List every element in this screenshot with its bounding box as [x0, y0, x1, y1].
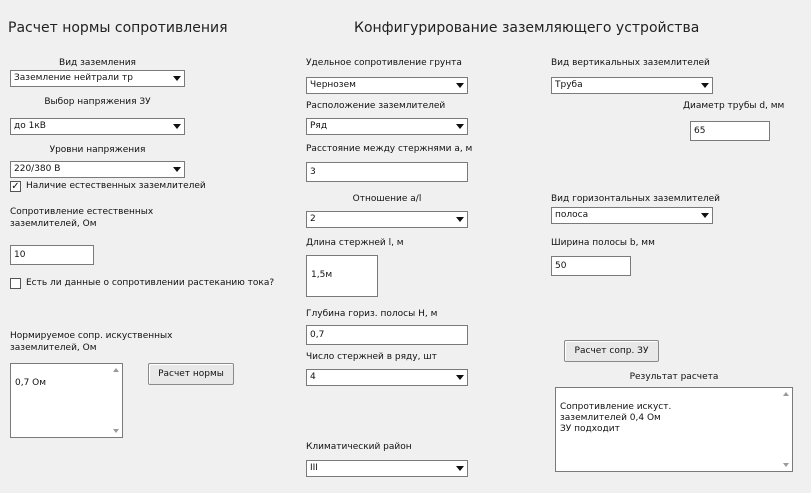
distance-input[interactable]: 3: [306, 162, 468, 182]
normative-scrollbar[interactable]: [110, 364, 122, 437]
arrangement-select[interactable]: Ряд: [306, 118, 468, 135]
chevron-down-icon[interactable]: [170, 163, 183, 176]
vertical-type-label: Вид вертикальных заземлителей: [551, 58, 710, 68]
arrangement-label: Расположение заземлителей: [306, 101, 446, 111]
voltage-level-select[interactable]: 220/380 В: [10, 161, 185, 178]
soil-resistance-select[interactable]: Чернозем: [306, 77, 468, 94]
distance-label: Расстояние между стержнями а, м: [306, 144, 473, 154]
resistance-data-checkbox[interactable]: [10, 278, 21, 289]
horizontal-type-label: Вид горизонтальных заземлителей: [551, 194, 721, 204]
resistance-data-label: Есть ли данные о сопротивлении растекани…: [26, 278, 275, 288]
rod-count-select[interactable]: 4: [306, 369, 468, 386]
normative-resistance-label: Нормируемое сопр. искуственных заземлите…: [10, 331, 173, 353]
climate-label: Климатический район: [306, 442, 412, 452]
natural-resistance-input[interactable]: 10: [10, 245, 94, 265]
chevron-down-icon[interactable]: [453, 79, 466, 92]
calc-norm-button[interactable]: Расчет нормы: [148, 363, 234, 385]
result-box[interactable]: Сопротивление искуст. заземлителей 0,4 О…: [555, 387, 793, 472]
right-panel-title: Конфигурирование заземляющего устройства: [354, 20, 700, 36]
calc-grounding-button[interactable]: Расчет сопр. ЗУ: [564, 340, 659, 362]
pipe-diameter-input[interactable]: 65: [690, 121, 770, 141]
strip-width-input[interactable]: 50: [551, 256, 631, 276]
chevron-down-icon[interactable]: [698, 79, 711, 92]
voltage-select[interactable]: до 1кВ: [10, 118, 185, 135]
rod-length-label: Длина стержней l, м: [306, 238, 404, 248]
left-panel-title: Расчет нормы сопротивления: [8, 20, 228, 36]
rod-count-label: Число стержней в ряду, шт: [306, 352, 437, 362]
chevron-down-icon[interactable]: [698, 209, 711, 222]
chevron-down-icon[interactable]: [170, 72, 183, 85]
natural-grounding-label: Наличие естественных заземлителей: [26, 181, 206, 191]
natural-resistance-label: Сопротивление естественных заземлителей,…: [10, 207, 154, 229]
chevron-down-icon[interactable]: [453, 462, 466, 475]
voltage-select-label: Выбор напряжения ЗУ: [44, 97, 151, 107]
pipe-diameter-label: Диаметр трубы d, мм: [683, 101, 785, 111]
normative-resistance-value: 0,7 Ом: [15, 378, 47, 388]
chevron-down-icon[interactable]: [453, 213, 466, 226]
result-label: Результат расчета: [629, 372, 719, 382]
horizontal-type-select[interactable]: полоса: [551, 207, 713, 224]
normative-resistance-box[interactable]: 0,7 Ом: [10, 363, 123, 438]
chevron-down-icon[interactable]: [453, 120, 466, 133]
chevron-down-icon[interactable]: [453, 371, 466, 384]
chevron-down-icon[interactable]: [170, 120, 183, 133]
natural-grounding-checkbox[interactable]: ✓: [10, 181, 21, 192]
climate-select[interactable]: III: [306, 460, 468, 477]
depth-input[interactable]: 0,7: [306, 325, 468, 345]
soil-resistance-label: Удельное сопротивление грунта: [306, 58, 462, 68]
strip-width-label: Ширина полосы b, мм: [551, 238, 655, 248]
result-text: Сопротивление искуст. заземлителей 0,4 О…: [560, 402, 672, 434]
object-type-label: Вид заземления: [59, 58, 136, 68]
rod-length-value: 1,5м: [311, 270, 333, 280]
ratio-label: Отношение a/l: [352, 194, 422, 204]
rod-length-input[interactable]: 1,5м: [306, 255, 378, 297]
vertical-type-select[interactable]: Труба: [551, 77, 713, 94]
depth-label: Глубина гориз. полосы H, м: [306, 309, 438, 319]
voltage-level-label: Уровни напряжения: [49, 145, 146, 155]
result-scrollbar[interactable]: [780, 388, 792, 471]
ratio-select[interactable]: 2: [306, 211, 468, 228]
object-type-select[interactable]: Заземление нейтрали тр: [10, 70, 185, 87]
